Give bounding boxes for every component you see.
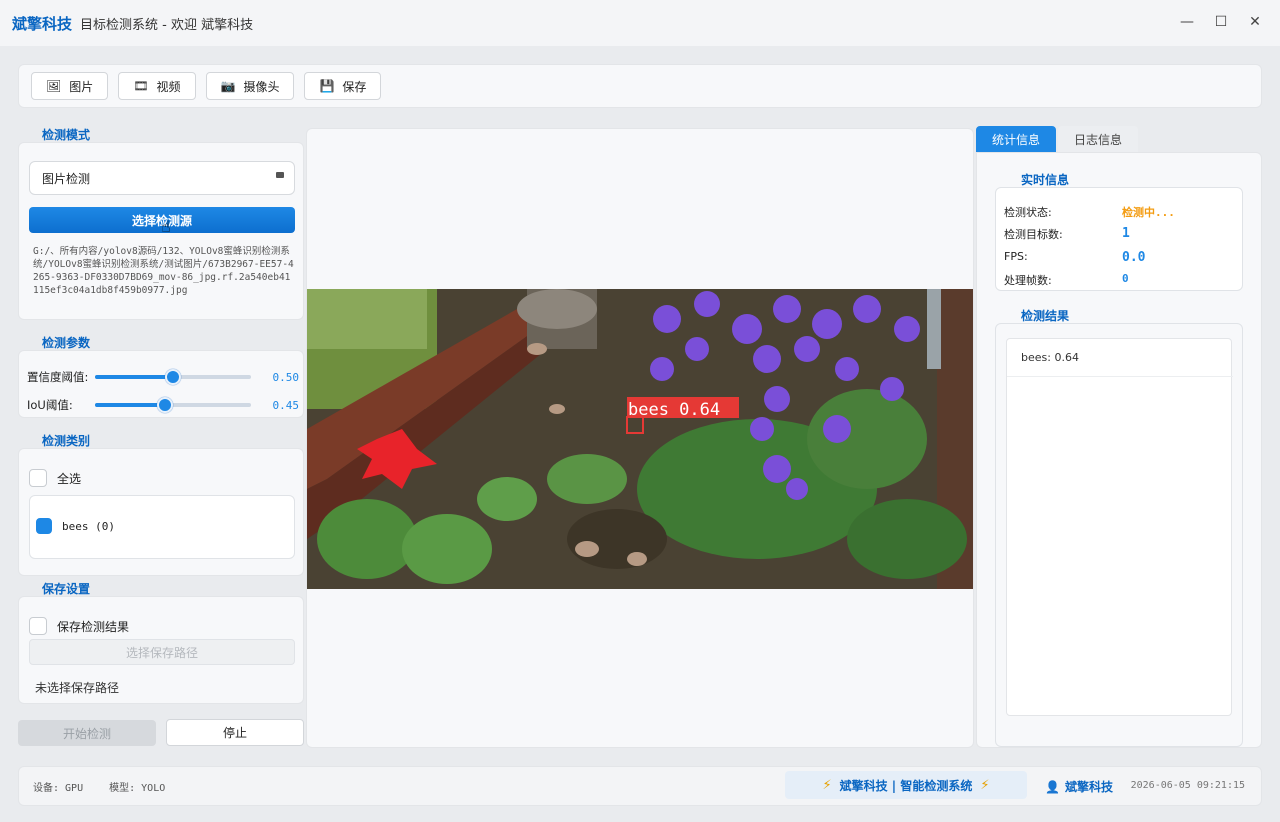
- close-button[interactable]: ✕: [1238, 8, 1272, 36]
- mode-select-value: 图片检测: [42, 171, 91, 186]
- image-button[interactable]: 🖼 图片: [31, 72, 109, 100]
- checkbox-box[interactable]: [29, 617, 47, 635]
- list-item[interactable]: bees: 0.64: [1007, 339, 1233, 377]
- user-icon: 👤: [1045, 779, 1060, 794]
- user-info: 👤 斌擎科技: [1045, 778, 1113, 795]
- detection-label: bees 0.64: [628, 400, 720, 420]
- mode-section-title: 检测模式: [42, 128, 91, 142]
- tab-logs[interactable]: 日志信息: [1058, 126, 1138, 152]
- conf-slider-handle[interactable]: [165, 369, 181, 385]
- status-bar: 设备: GPU 模型: YOLO ⚡ 斌擎科技 | 智能检测系统 ⚡ 👤 斌擎科…: [18, 766, 1262, 806]
- banner-text: 斌擎科技 | 智能检测系统: [839, 778, 973, 793]
- camera-icon: 📷: [220, 79, 236, 93]
- save-button-label: 保存: [342, 79, 367, 94]
- count-key: 检测目标数:: [1004, 228, 1063, 241]
- iou-slider-fill: [95, 403, 165, 407]
- status-key: 检测状态:: [1004, 206, 1052, 219]
- video-icon: 🎞: [133, 79, 149, 93]
- mode-card: 图片检测 选择检测源 ☝ G:/、所有内容/yolov8源码/132、YOLOv…: [18, 142, 304, 320]
- conf-slider[interactable]: [95, 369, 251, 385]
- conf-slider-fill: [95, 375, 173, 379]
- params-section-title: 检测参数: [42, 336, 91, 350]
- classes-card: 全选 bees (0): [18, 448, 304, 576]
- results-section-title: 检测结果: [1021, 309, 1070, 323]
- save-section-title: 保存设置: [42, 582, 91, 596]
- tab-statistics[interactable]: 统计信息: [976, 126, 1056, 152]
- status-value: 检测中...: [1122, 206, 1175, 219]
- save-results-label: 保存检测结果: [57, 619, 130, 634]
- device-label: 设备: GPU: [33, 783, 84, 794]
- model-label: 模型: YOLO: [109, 783, 166, 794]
- chevron-down-icon: [276, 172, 284, 178]
- realtime-section-title: 实时信息: [1021, 173, 1070, 187]
- realtime-info: 检测状态: 检测中... 检测目标数: 1 FPS: 0.0 处理帧数: 0: [995, 187, 1243, 291]
- iou-slider-row: IoU阈值: 0.45: [27, 395, 303, 415]
- checkbox-checked[interactable]: [36, 518, 52, 534]
- status-row: 检测状态: 检测中...: [1004, 204, 1234, 220]
- system-banner: ⚡ 斌擎科技 | 智能检测系统 ⚡: [785, 771, 1027, 799]
- source-path: G:/、所有内容/yolov8源码/132、YOLOv8蜜蜂识别检测系统/YOL…: [33, 246, 294, 296]
- conf-slider-row: 置信度阈值: 0.50: [27, 367, 303, 387]
- save-button[interactable]: 💾 保存: [304, 72, 382, 100]
- iou-label: IoU阈值:: [27, 398, 73, 412]
- class-label: bees (0): [62, 519, 115, 533]
- mode-select[interactable]: 图片检测: [29, 161, 295, 195]
- count-value: 1: [1122, 226, 1130, 241]
- maximize-button[interactable]: ☐: [1204, 8, 1238, 36]
- title-bar: 斌擎科技 目标检测系统 - 欢迎 斌擎科技 — ☐ ✕: [0, 0, 1280, 46]
- fps-row: FPS: 0.0: [1004, 250, 1234, 265]
- select-save-path-button[interactable]: 选择保存路径: [29, 639, 295, 665]
- results-box: bees: 0.64: [995, 323, 1243, 747]
- video-button-label: 视频: [156, 79, 181, 94]
- conf-label: 置信度阈值:: [27, 370, 89, 384]
- conf-value: 0.50: [272, 370, 300, 384]
- detection-image: bees 0.64: [307, 289, 973, 589]
- window-title: 目标检测系统 - 欢迎 斌擎科技: [80, 17, 254, 33]
- save-icon: 💾: [319, 79, 335, 93]
- right-panel: 统计信息 日志信息 实时信息 检测状态: 检测中... 检测目标数: 1 FPS…: [976, 126, 1262, 748]
- image-display: bees 0.64: [306, 128, 974, 748]
- timestamp: 2026-06-05 09:21:15: [1130, 780, 1245, 791]
- device-info: 设备: GPU 模型: YOLO: [33, 779, 165, 794]
- app-brand: 斌擎科技: [12, 14, 73, 33]
- pointer-cursor-icon: ☝: [161, 217, 171, 236]
- save-card: 保存检测结果 选择保存路径 未选择保存路径: [18, 596, 304, 704]
- count-row: 检测目标数: 1: [1004, 226, 1234, 242]
- garden-scene: bees 0.64: [307, 289, 973, 589]
- minimize-button[interactable]: —: [1170, 8, 1204, 36]
- main-toolbar: 🖼 图片 🎞 视频 📷 摄像头 💾 保存: [18, 64, 1262, 108]
- checkbox-box[interactable]: [29, 469, 47, 487]
- iou-slider-handle[interactable]: [157, 397, 173, 413]
- tab-bar: 统计信息 日志信息: [976, 126, 1140, 152]
- results-list: bees: 0.64: [1006, 338, 1233, 716]
- params-card: 置信度阈值: 0.50 IoU阈值: 0.45: [18, 350, 304, 418]
- select-all-label: 全选: [57, 471, 82, 486]
- left-panel: 检测模式 图片检测 选择检测源 ☝ G:/、所有内容/yolov8源码/132、…: [18, 120, 306, 750]
- save-path-status: 未选择保存路径: [35, 681, 120, 695]
- class-checkbox-bees[interactable]: bees (0): [36, 518, 115, 534]
- window-controls: — ☐ ✕: [1170, 8, 1272, 36]
- class-list: bees (0): [29, 495, 295, 559]
- lightning-icon: ⚡: [980, 777, 990, 793]
- frames-value: 0: [1122, 272, 1129, 285]
- video-button[interactable]: 🎞 视频: [118, 72, 196, 100]
- stats-body: 实时信息 检测状态: 检测中... 检测目标数: 1 FPS: 0.0 处理帧数…: [976, 152, 1262, 748]
- stop-button[interactable]: 停止: [166, 719, 304, 746]
- image-icon: 🖼: [46, 79, 62, 93]
- select-all-checkbox[interactable]: 全选: [29, 469, 81, 487]
- fps-value: 0.0: [1122, 250, 1146, 265]
- camera-button[interactable]: 📷 摄像头: [205, 72, 295, 100]
- camera-button-label: 摄像头: [243, 79, 280, 94]
- user-name: 斌擎科技: [1064, 780, 1113, 794]
- classes-section-title: 检测类别: [42, 434, 91, 448]
- start-detection-button[interactable]: 开始检测: [18, 720, 156, 746]
- save-results-checkbox[interactable]: 保存检测结果: [29, 617, 129, 635]
- iou-slider[interactable]: [95, 397, 251, 413]
- frames-key: 处理帧数:: [1004, 274, 1052, 287]
- fps-key: FPS:: [1004, 250, 1028, 263]
- frames-row: 处理帧数: 0: [1004, 272, 1234, 288]
- iou-value: 0.45: [272, 398, 300, 412]
- image-button-label: 图片: [69, 79, 94, 94]
- lightning-icon: ⚡: [822, 777, 832, 793]
